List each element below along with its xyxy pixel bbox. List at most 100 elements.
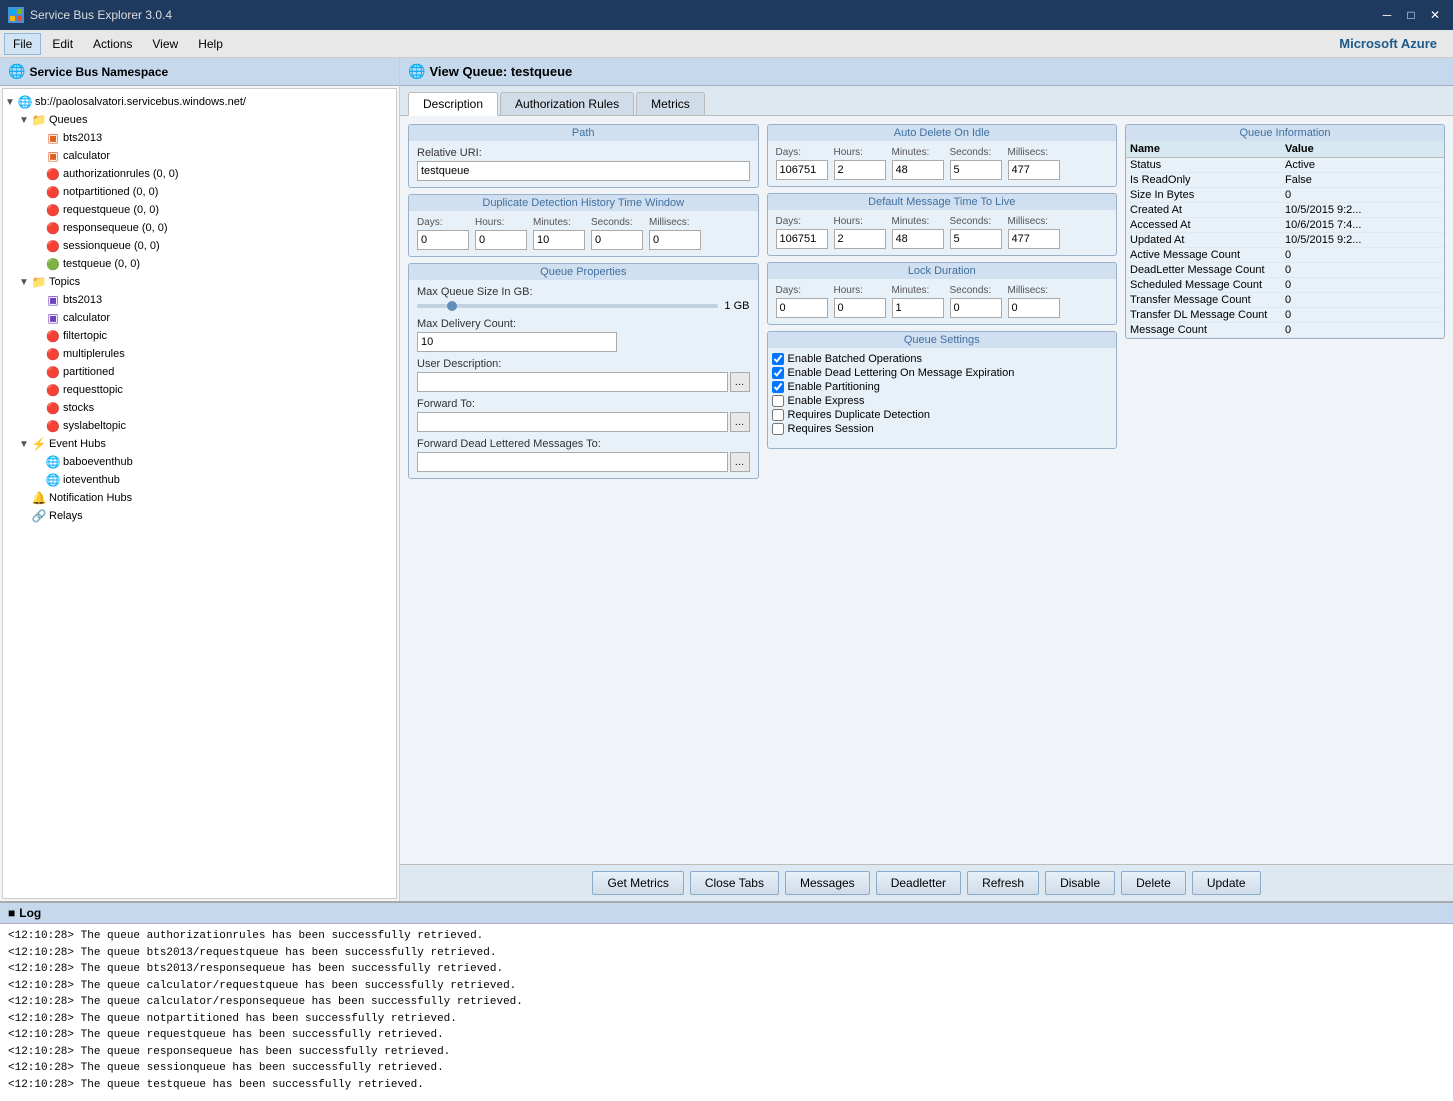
action-btn-messages[interactable]: Messages (785, 871, 870, 895)
ttl-minutes-input[interactable] (892, 229, 944, 249)
user-desc-field: User Description: … (417, 358, 750, 392)
tab-description[interactable]: Description (408, 92, 498, 116)
action-btn-deadletter[interactable]: Deadletter (876, 871, 961, 895)
lock-seconds-input[interactable] (950, 298, 1002, 318)
ad-millis-input[interactable] (1008, 160, 1060, 180)
tree-view[interactable]: ▼ 🌐 sb://paolosalvatori.servicebus.windo… (2, 88, 397, 899)
tree-item-relays[interactable]: 🔗 Relays (3, 507, 396, 525)
forward-dead-input[interactable] (417, 452, 728, 472)
ttl-days-input[interactable] (776, 229, 828, 249)
checkbox-3[interactable] (772, 395, 784, 407)
tree-expand-ns[interactable]: ▼ (3, 97, 17, 108)
tree-expand-topics[interactable]: ▼ (17, 277, 31, 288)
minimize-button[interactable]: ─ (1377, 5, 1397, 25)
forward-to-browse-button[interactable]: … (730, 412, 750, 432)
ttl-days-label: Days: (776, 216, 828, 227)
forward-to-input[interactable] (417, 412, 728, 432)
info-cell-name-1: Is ReadOnly (1130, 174, 1285, 186)
action-btn-refresh[interactable]: Refresh (967, 871, 1039, 895)
tree-item-bts2013t[interactable]: ▣ bts2013 (3, 291, 396, 309)
tree-item-notpartitioned[interactable]: 🔴 notpartitioned (0, 0) (3, 183, 396, 201)
log-line-8: <12:10:28> The queue sessionqueue has be… (8, 1060, 1445, 1077)
slider-thumb[interactable] (447, 301, 457, 311)
right-panel-title: View Queue: testqueue (429, 64, 572, 79)
ttl-millis-input[interactable] (1008, 229, 1060, 249)
ad-seconds-input[interactable] (950, 160, 1002, 180)
lock-days-input[interactable] (776, 298, 828, 318)
close-button[interactable]: ✕ (1425, 5, 1445, 25)
tree-item-multiplerules[interactable]: 🔴 multiplerules (3, 345, 396, 363)
checkbox-1[interactable] (772, 367, 784, 379)
tree-item-sessionqueue[interactable]: 🔴 sessionqueue (0, 0) (3, 237, 396, 255)
tree-item-calculatort[interactable]: ▣ calculator (3, 309, 396, 327)
menu-view[interactable]: View (143, 33, 187, 55)
tree-expand-queues[interactable]: ▼ (17, 115, 31, 126)
action-btn-close-tabs[interactable]: Close Tabs (690, 871, 779, 895)
dup-hours-input[interactable] (475, 230, 527, 250)
checkbox-5[interactable] (772, 423, 784, 435)
dup-millis-input[interactable] (649, 230, 701, 250)
dup-seconds-input[interactable] (591, 230, 643, 250)
tree-item-filtertopic[interactable]: 🔴 filtertopic (3, 327, 396, 345)
log-line-3: <12:10:28> The queue calculator/requestq… (8, 978, 1445, 995)
dup-days-input[interactable] (417, 230, 469, 250)
ad-minutes-input[interactable] (892, 160, 944, 180)
forward-dead-browse-button[interactable]: … (730, 452, 750, 472)
menu-file[interactable]: File (4, 33, 41, 55)
user-desc-browse-button[interactable]: … (730, 372, 750, 392)
lock-hours-input[interactable] (834, 298, 886, 318)
ad-hours-input[interactable] (834, 160, 886, 180)
tab-metrics[interactable]: Metrics (636, 92, 705, 115)
checkbox-4[interactable] (772, 409, 784, 421)
tree-item-baboeventhub[interactable]: 🌐 baboeventhub (3, 453, 396, 471)
tree-item-ns[interactable]: ▼ 🌐 sb://paolosalvatori.servicebus.windo… (3, 93, 396, 111)
maximize-button[interactable]: □ (1401, 5, 1421, 25)
tree-item-bts2013[interactable]: ▣ bts2013 (3, 129, 396, 147)
menu-actions[interactable]: Actions (84, 33, 141, 55)
tree-label-multiplerules: multiplerules (63, 348, 125, 360)
tree-item-stocks[interactable]: 🔴 stocks (3, 399, 396, 417)
action-btn-get-metrics[interactable]: Get Metrics (592, 871, 683, 895)
tree-item-authorizationrules[interactable]: 🔴 authorizationrules (0, 0) (3, 165, 396, 183)
tree-label-testqueue: testqueue (0, 0) (63, 258, 140, 270)
ttl-minutes-label: Minutes: (892, 216, 944, 227)
queue-properties-title: Queue Properties (409, 264, 758, 280)
user-desc-input[interactable] (417, 372, 728, 392)
action-btn-update[interactable]: Update (1192, 871, 1261, 895)
lock-seconds-field: Seconds: (950, 285, 1002, 318)
ttl-seconds-input[interactable] (950, 229, 1002, 249)
log-header: ■ Log (0, 903, 1453, 924)
checkbox-2[interactable] (772, 381, 784, 393)
action-btn-disable[interactable]: Disable (1045, 871, 1115, 895)
tree-item-responsequeue[interactable]: 🔴 responsequeue (0, 0) (3, 219, 396, 237)
tree-item-testqueue[interactable]: 🟢 testqueue (0, 0) (3, 255, 396, 273)
log-content: <12:10:28> The queue authorizationrules … (0, 924, 1453, 1101)
tree-item-syslabeltopic[interactable]: 🔴 syslabeltopic (3, 417, 396, 435)
tree-item-partitioned[interactable]: 🔴 partitioned (3, 363, 396, 381)
tree-item-ioteventhub[interactable]: 🌐 ioteventhub (3, 471, 396, 489)
tree-item-eventhubs[interactable]: ▼ ⚡ Event Hubs (3, 435, 396, 453)
tree-expand-eventhubs[interactable]: ▼ (17, 439, 31, 450)
tree-item-requesttopic[interactable]: 🔴 requesttopic (3, 381, 396, 399)
tree-item-requestqueue[interactable]: 🔴 requestqueue (0, 0) (3, 201, 396, 219)
ad-days-input[interactable] (776, 160, 828, 180)
relative-uri-input[interactable] (417, 161, 750, 181)
tree-item-topics[interactable]: ▼ 📁 Topics (3, 273, 396, 291)
action-btn-delete[interactable]: Delete (1121, 871, 1186, 895)
tree-item-calculator[interactable]: ▣ calculator (3, 147, 396, 165)
tree-item-queues[interactable]: ▼ 📁 Queues (3, 111, 396, 129)
ttl-hours-input[interactable] (834, 229, 886, 249)
lock-minutes-field: Minutes: (892, 285, 944, 318)
dup-minutes-input[interactable] (533, 230, 585, 250)
tab-authorization-rules[interactable]: Authorization Rules (500, 92, 634, 115)
info-cell-val-3: 10/5/2015 9:2... (1285, 204, 1440, 216)
tree-item-notificationhubs[interactable]: 🔔 Notification Hubs (3, 489, 396, 507)
lock-minutes-input[interactable] (892, 298, 944, 318)
menu-edit[interactable]: Edit (43, 33, 82, 55)
queue-size-slider[interactable] (417, 304, 718, 308)
max-delivery-input[interactable] (417, 332, 617, 352)
checkbox-0[interactable] (772, 353, 784, 365)
menu-help[interactable]: Help (189, 33, 232, 55)
lock-millis-input[interactable] (1008, 298, 1060, 318)
ad-hours-field: Hours: (834, 147, 886, 180)
